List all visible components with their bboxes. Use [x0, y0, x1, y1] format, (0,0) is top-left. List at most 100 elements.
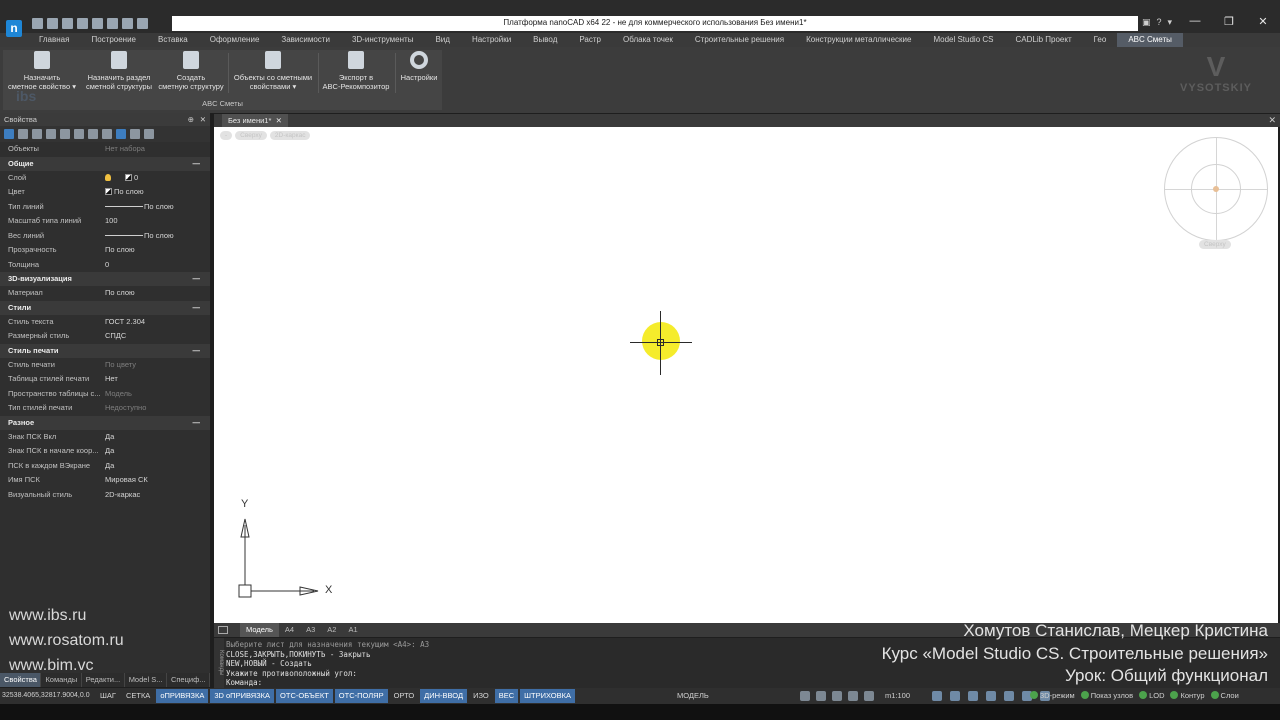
tab-4[interactable]: Зависимости — [270, 33, 341, 47]
close-icon[interactable]: ✕ — [1268, 114, 1276, 127]
panel-tab[interactable]: Команды — [41, 673, 82, 687]
zoom-window-icon[interactable] — [968, 691, 978, 701]
tab-6[interactable]: Вид — [424, 33, 460, 47]
close-button[interactable]: ✕ — [1246, 15, 1280, 28]
command-history[interactable]: Выберите лист для назначения текущим <A4… — [226, 640, 429, 688]
open-file-icon[interactable] — [47, 18, 58, 29]
model-indicator[interactable]: МОДЕЛЬ — [677, 688, 709, 704]
collapse-icon[interactable]: — — [193, 157, 201, 171]
status-toggle[interactable]: ДИН-ВВОД — [420, 689, 468, 703]
orbit-icon[interactable] — [986, 691, 996, 701]
compass-label[interactable]: Сверху — [1199, 240, 1231, 249]
property-value[interactable]: По слою — [105, 185, 144, 200]
objects-with-properties-button[interactable]: Объекты со сметными свойствами ▾ — [230, 51, 316, 91]
toggle-icon[interactable] — [60, 129, 70, 139]
layout-tab[interactable]: A2 — [321, 623, 342, 637]
layout-tab[interactable]: A4 — [279, 623, 300, 637]
status-toggle[interactable]: СЕТКА — [122, 689, 154, 703]
close-icon[interactable]: ✕ — [273, 116, 282, 125]
status-toggle[interactable]: ОРТО — [390, 689, 419, 703]
objects-value[interactable]: Нет набора — [105, 142, 145, 157]
property-value[interactable]: По цвету — [105, 358, 136, 373]
lightbulb-icon[interactable] — [816, 691, 826, 701]
zoom-icon[interactable] — [950, 691, 960, 701]
tab-15[interactable]: Гео — [1083, 33, 1118, 47]
status-toggle[interactable]: ОТС-ПОЛЯР — [334, 689, 388, 703]
tab-2[interactable]: Вставка — [147, 33, 199, 47]
tab-11[interactable]: Строительные решения — [684, 33, 795, 47]
export-recomposer-button[interactable]: Экспорт в ABC-Рекомпозитор — [320, 51, 392, 91]
property-value[interactable]: Да — [105, 430, 114, 445]
status-option[interactable]: LOD — [1139, 688, 1164, 704]
tab-9[interactable]: Растр — [568, 33, 612, 47]
status-option[interactable]: 3D-режим — [1030, 688, 1075, 704]
annotation-scale[interactable]: m1:100 — [885, 688, 910, 704]
status-toggle[interactable]: ШТРИХОВКА — [520, 689, 575, 703]
help-button[interactable]: ? — [1157, 17, 1162, 28]
redo-icon[interactable] — [122, 18, 133, 29]
property-value[interactable]: СПДС — [105, 329, 126, 344]
tab-0[interactable]: Главная — [28, 33, 80, 47]
tab-14[interactable]: CADLib Проект — [1004, 33, 1082, 47]
panel-tab[interactable]: Свойства — [0, 673, 42, 687]
lock-icon[interactable] — [848, 691, 858, 701]
property-section[interactable]: Стили — — [0, 300, 210, 315]
minimize-button[interactable]: — — [1178, 15, 1212, 28]
property-value[interactable]: Да — [105, 459, 114, 474]
app-logo[interactable]: n — [6, 20, 22, 37]
status-toggle[interactable]: ШАГ — [96, 689, 120, 703]
maximize-button[interactable]: ❐ — [1212, 15, 1246, 28]
assign-estimate-property-button[interactable]: Назначить сметное свойство ▾ — [4, 51, 80, 91]
undo-icon[interactable] — [107, 18, 118, 29]
property-value[interactable]: Модель — [105, 387, 132, 402]
refresh-icon[interactable] — [1004, 691, 1014, 701]
property-section[interactable]: Стиль печати — — [0, 343, 210, 358]
status-toggle[interactable]: 3D оПРИВЯЗКА — [210, 689, 275, 703]
tab-13[interactable]: Model Studio CS — [922, 33, 1004, 47]
property-value[interactable]: Да — [105, 444, 114, 459]
collapse-icon[interactable]: — — [193, 272, 201, 286]
property-value[interactable]: 100 — [105, 214, 118, 229]
property-value[interactable]: По слою — [105, 200, 174, 215]
annotation-icon[interactable] — [800, 691, 810, 701]
property-value[interactable]: 2D-каркас — [105, 488, 140, 503]
status-toggle[interactable]: ИЗО — [469, 689, 493, 703]
layout-tab[interactable]: A1 — [342, 623, 363, 637]
grid-icon[interactable] — [864, 691, 874, 701]
sort-icon[interactable] — [88, 129, 98, 139]
view-label[interactable]: Сверху — [235, 131, 267, 140]
status-toggle[interactable]: ОТС-ОБЪЕКТ — [276, 689, 333, 703]
property-section[interactable]: Разное — — [0, 415, 210, 430]
pickadd-icon[interactable] — [116, 129, 126, 139]
workspace-icon[interactable]: ▣ — [1142, 17, 1151, 28]
layout-tab[interactable]: A3 — [300, 623, 321, 637]
pan-icon[interactable] — [932, 691, 942, 701]
layout-menu-icon[interactable] — [218, 626, 228, 634]
property-section[interactable]: Общие — — [0, 156, 210, 171]
quick-select-icon[interactable] — [32, 129, 42, 139]
new-file-icon[interactable] — [32, 18, 43, 29]
tab-1[interactable]: Построение — [80, 33, 147, 47]
status-toggle[interactable]: ВЕС — [494, 689, 519, 703]
property-section[interactable]: 3D-визуализация — — [0, 272, 210, 286]
help-icon[interactable] — [144, 129, 154, 139]
property-value[interactable]: По слою — [105, 286, 135, 301]
create-structure-button[interactable]: Создать сметную структуру — [156, 51, 226, 91]
collapse-icon[interactable]: — — [193, 301, 201, 315]
drawing-canvas[interactable]: - Сверху 2D-каркас Сверху Y X — [214, 127, 1278, 623]
tab-3[interactable]: Оформление — [199, 33, 271, 47]
save-as-icon[interactable] — [77, 18, 88, 29]
select-icon[interactable] — [4, 129, 14, 139]
property-value[interactable]: ГОСТ 2.304 — [105, 315, 145, 330]
property-value[interactable]: 0 — [105, 171, 138, 186]
property-value[interactable]: 0 — [105, 258, 109, 273]
panel-tab[interactable]: Редакти... — [82, 673, 125, 687]
layout-tab[interactable]: Модель — [240, 623, 279, 637]
status-option[interactable]: Показ узлов — [1080, 688, 1133, 704]
pick-icon[interactable] — [18, 129, 28, 139]
property-value[interactable]: Недоступно — [105, 401, 146, 416]
tab-12[interactable]: Конструкции металлические — [795, 33, 922, 47]
plot-icon[interactable] — [137, 18, 148, 29]
panel-tab[interactable]: Специф... — [167, 673, 210, 687]
panel-tab[interactable]: Model S... — [125, 673, 167, 687]
